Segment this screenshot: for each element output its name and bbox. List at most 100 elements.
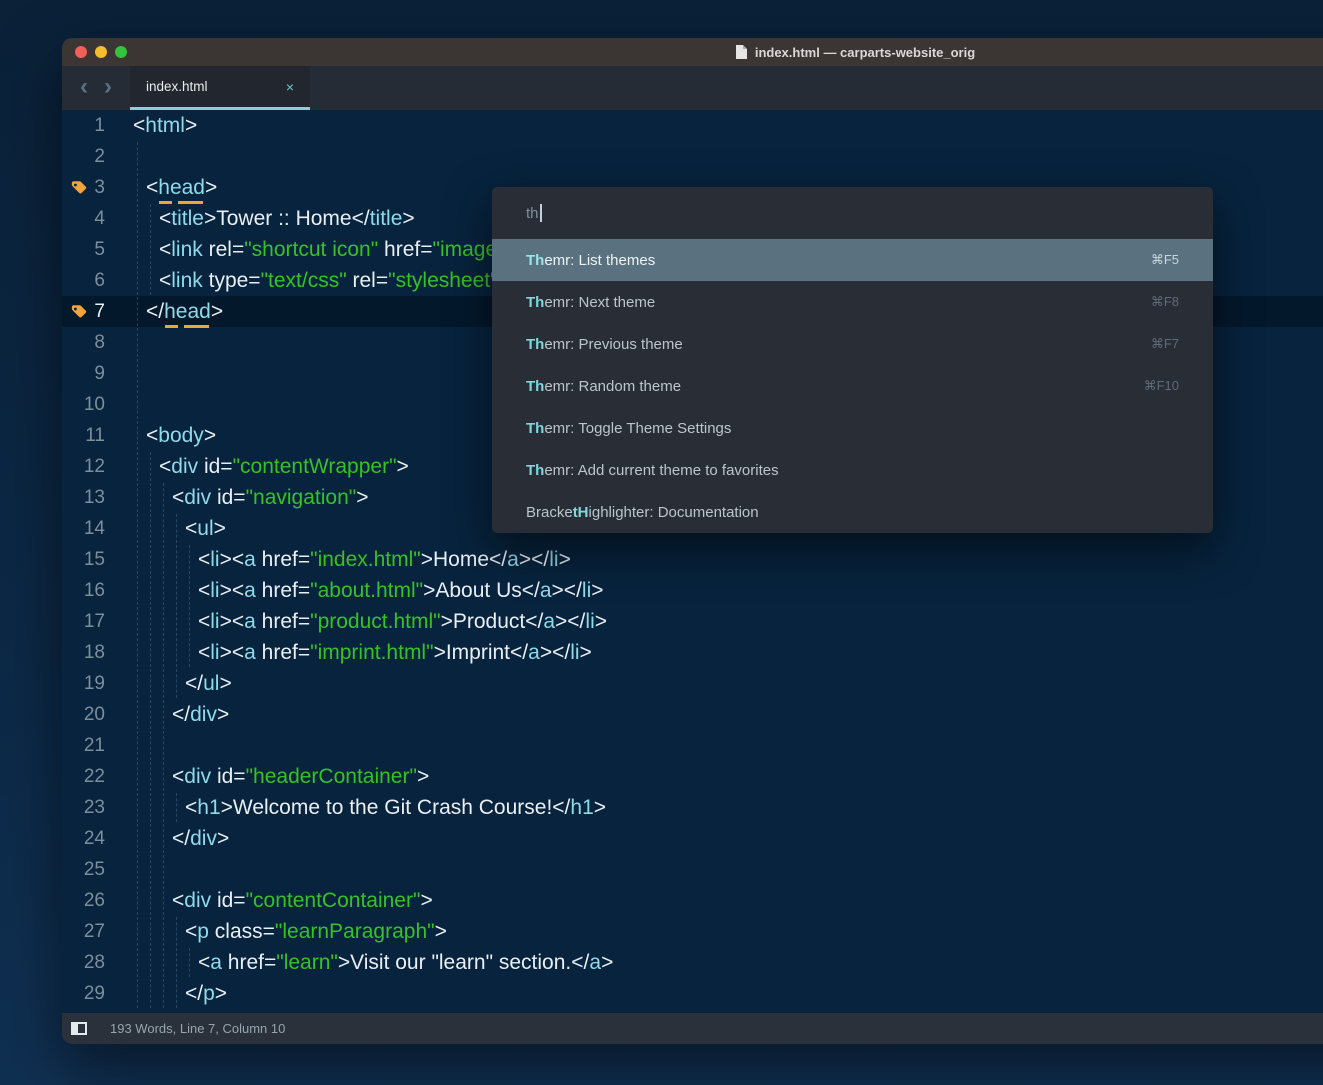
gutter-cell[interactable]: 18: [62, 637, 133, 668]
code-line[interactable]: </p>: [133, 978, 1323, 1009]
gutter-cell[interactable]: 17: [62, 606, 133, 637]
code-row[interactable]: 17 <li><a href="product.html">Product</a>…: [62, 606, 1323, 637]
maximize-window-button[interactable]: [115, 46, 127, 58]
code-line[interactable]: [133, 854, 1323, 885]
editor-area[interactable]: 1<html>23<head>4<title>Tower :: Home</ti…: [62, 110, 1323, 1013]
gutter-cell[interactable]: 4: [62, 203, 133, 234]
gutter-cell[interactable]: 2: [62, 141, 133, 172]
code-row[interactable]: 20 </div>: [62, 699, 1323, 730]
gutter-cell[interactable]: 5: [62, 234, 133, 265]
line-number[interactable]: 26: [84, 885, 105, 916]
line-number[interactable]: 4: [94, 203, 105, 234]
minimize-window-button[interactable]: [95, 46, 107, 58]
code-row[interactable]: 15 <li><a href="index.html">Home</a></li>: [62, 544, 1323, 575]
code-row[interactable]: 24 </div>: [62, 823, 1323, 854]
gutter-cell[interactable]: 22: [62, 761, 133, 792]
line-number[interactable]: 21: [84, 730, 105, 761]
line-number[interactable]: 29: [84, 978, 105, 1009]
palette-item[interactable]: Themr: Next theme⌘F8: [492, 281, 1213, 323]
gutter-cell[interactable]: 6: [62, 265, 133, 296]
gutter-cell[interactable]: 19: [62, 668, 133, 699]
code-row[interactable]: 2: [62, 141, 1323, 172]
tab-close-icon[interactable]: ×: [286, 79, 294, 95]
gutter-cell[interactable]: 1: [62, 110, 133, 141]
gutter-cell[interactable]: 3: [62, 172, 133, 203]
gutter-cell[interactable]: 24: [62, 823, 133, 854]
line-number[interactable]: 24: [84, 823, 105, 854]
sidebar-toggle-icon[interactable]: [71, 1022, 87, 1035]
line-number[interactable]: 28: [84, 947, 105, 978]
line-number[interactable]: 23: [84, 792, 105, 823]
code-row[interactable]: 22<div id="headerContainer">: [62, 761, 1323, 792]
palette-item[interactable]: BracketHighlighter: Documentation: [492, 491, 1213, 533]
gutter-cell[interactable]: 15: [62, 544, 133, 575]
line-number[interactable]: 3: [94, 172, 105, 203]
line-number[interactable]: 27: [84, 916, 105, 947]
line-number[interactable]: 2: [94, 141, 105, 172]
line-number[interactable]: 1: [94, 110, 105, 141]
code-row[interactable]: 1 <html>: [62, 110, 1323, 141]
line-number[interactable]: 13: [84, 482, 105, 513]
line-number[interactable]: 20: [84, 699, 105, 730]
code-row[interactable]: 25: [62, 854, 1323, 885]
gutter-cell[interactable]: 29: [62, 978, 133, 1009]
code-row[interactable]: 28 <a href="learn">Visit our "learn" sect…: [62, 947, 1323, 978]
forward-icon[interactable]: ›: [104, 75, 112, 99]
code-row[interactable]: 27 <p class="learnParagraph">: [62, 916, 1323, 947]
line-number[interactable]: 17: [84, 606, 105, 637]
code-line[interactable]: <html>: [133, 110, 1323, 141]
palette-item[interactable]: Themr: Previous theme⌘F7: [492, 323, 1213, 365]
code-line[interactable]: [133, 141, 1323, 172]
palette-item[interactable]: Themr: Random theme⌘F10: [492, 365, 1213, 407]
line-number[interactable]: 19: [84, 668, 105, 699]
close-window-button[interactable]: [75, 46, 87, 58]
gutter-cell[interactable]: 13: [62, 482, 133, 513]
code-line[interactable]: <p class="learnParagraph">: [133, 916, 1323, 947]
command-palette-input[interactable]: th: [492, 187, 1213, 239]
line-number[interactable]: 18: [84, 637, 105, 668]
gutter-cell[interactable]: 9: [62, 358, 133, 389]
gutter-cell[interactable]: 28: [62, 947, 133, 978]
code-line[interactable]: </div>: [133, 699, 1323, 730]
code-row[interactable]: 16 <li><a href="about.html">About Us</a><…: [62, 575, 1323, 606]
code-line[interactable]: [133, 730, 1323, 761]
gutter-cell[interactable]: 26: [62, 885, 133, 916]
code-line[interactable]: </ul>: [133, 668, 1323, 699]
gutter-cell[interactable]: 23: [62, 792, 133, 823]
gutter-cell[interactable]: 7: [62, 296, 133, 327]
back-icon[interactable]: ‹: [80, 75, 88, 99]
code-line[interactable]: <li><a href="index.html">Home</a></li>: [133, 544, 1323, 575]
gutter-cell[interactable]: 25: [62, 854, 133, 885]
line-number[interactable]: 25: [84, 854, 105, 885]
code-line[interactable]: <div id="contentContainer">: [133, 885, 1323, 916]
code-line[interactable]: <a href="learn">Visit our "learn" sectio…: [133, 947, 1323, 978]
palette-item[interactable]: Themr: Add current theme to favorites: [492, 449, 1213, 491]
gutter-cell[interactable]: 21: [62, 730, 133, 761]
tab-index-html[interactable]: index.html ×: [130, 66, 310, 107]
line-number[interactable]: 15: [84, 544, 105, 575]
code-line[interactable]: </div>: [133, 823, 1323, 854]
palette-item[interactable]: Themr: List themes⌘F5: [492, 239, 1213, 281]
code-row[interactable]: 21: [62, 730, 1323, 761]
gutter-cell[interactable]: 16: [62, 575, 133, 606]
palette-item[interactable]: Themr: Toggle Theme Settings: [492, 407, 1213, 449]
code-line[interactable]: <h1>Welcome to the Git Crash Course!</h1…: [133, 792, 1323, 823]
code-row[interactable]: 19 </ul>: [62, 668, 1323, 699]
gutter-cell[interactable]: 12: [62, 451, 133, 482]
gutter-cell[interactable]: 20: [62, 699, 133, 730]
line-number[interactable]: 8: [94, 327, 105, 358]
code-line[interactable]: <li><a href="product.html">Product</a></…: [133, 606, 1323, 637]
gutter-cell[interactable]: 8: [62, 327, 133, 358]
line-number[interactable]: 22: [84, 761, 105, 792]
code-row[interactable]: 23 <h1>Welcome to the Git Crash Course!</…: [62, 792, 1323, 823]
line-number[interactable]: 9: [94, 358, 105, 389]
code-line[interactable]: <li><a href="imprint.html">Imprint</a></…: [133, 637, 1323, 668]
line-number[interactable]: 11: [85, 420, 105, 451]
gutter-cell[interactable]: 10: [62, 389, 133, 420]
code-row[interactable]: 26 <div id="contentContainer">: [62, 885, 1323, 916]
gutter-cell[interactable]: 14: [62, 513, 133, 544]
code-line[interactable]: <li><a href="about.html">About Us</a></l…: [133, 575, 1323, 606]
line-number[interactable]: 16: [84, 575, 105, 606]
gutter-cell[interactable]: 11: [62, 420, 133, 451]
line-number[interactable]: 5: [94, 234, 105, 265]
